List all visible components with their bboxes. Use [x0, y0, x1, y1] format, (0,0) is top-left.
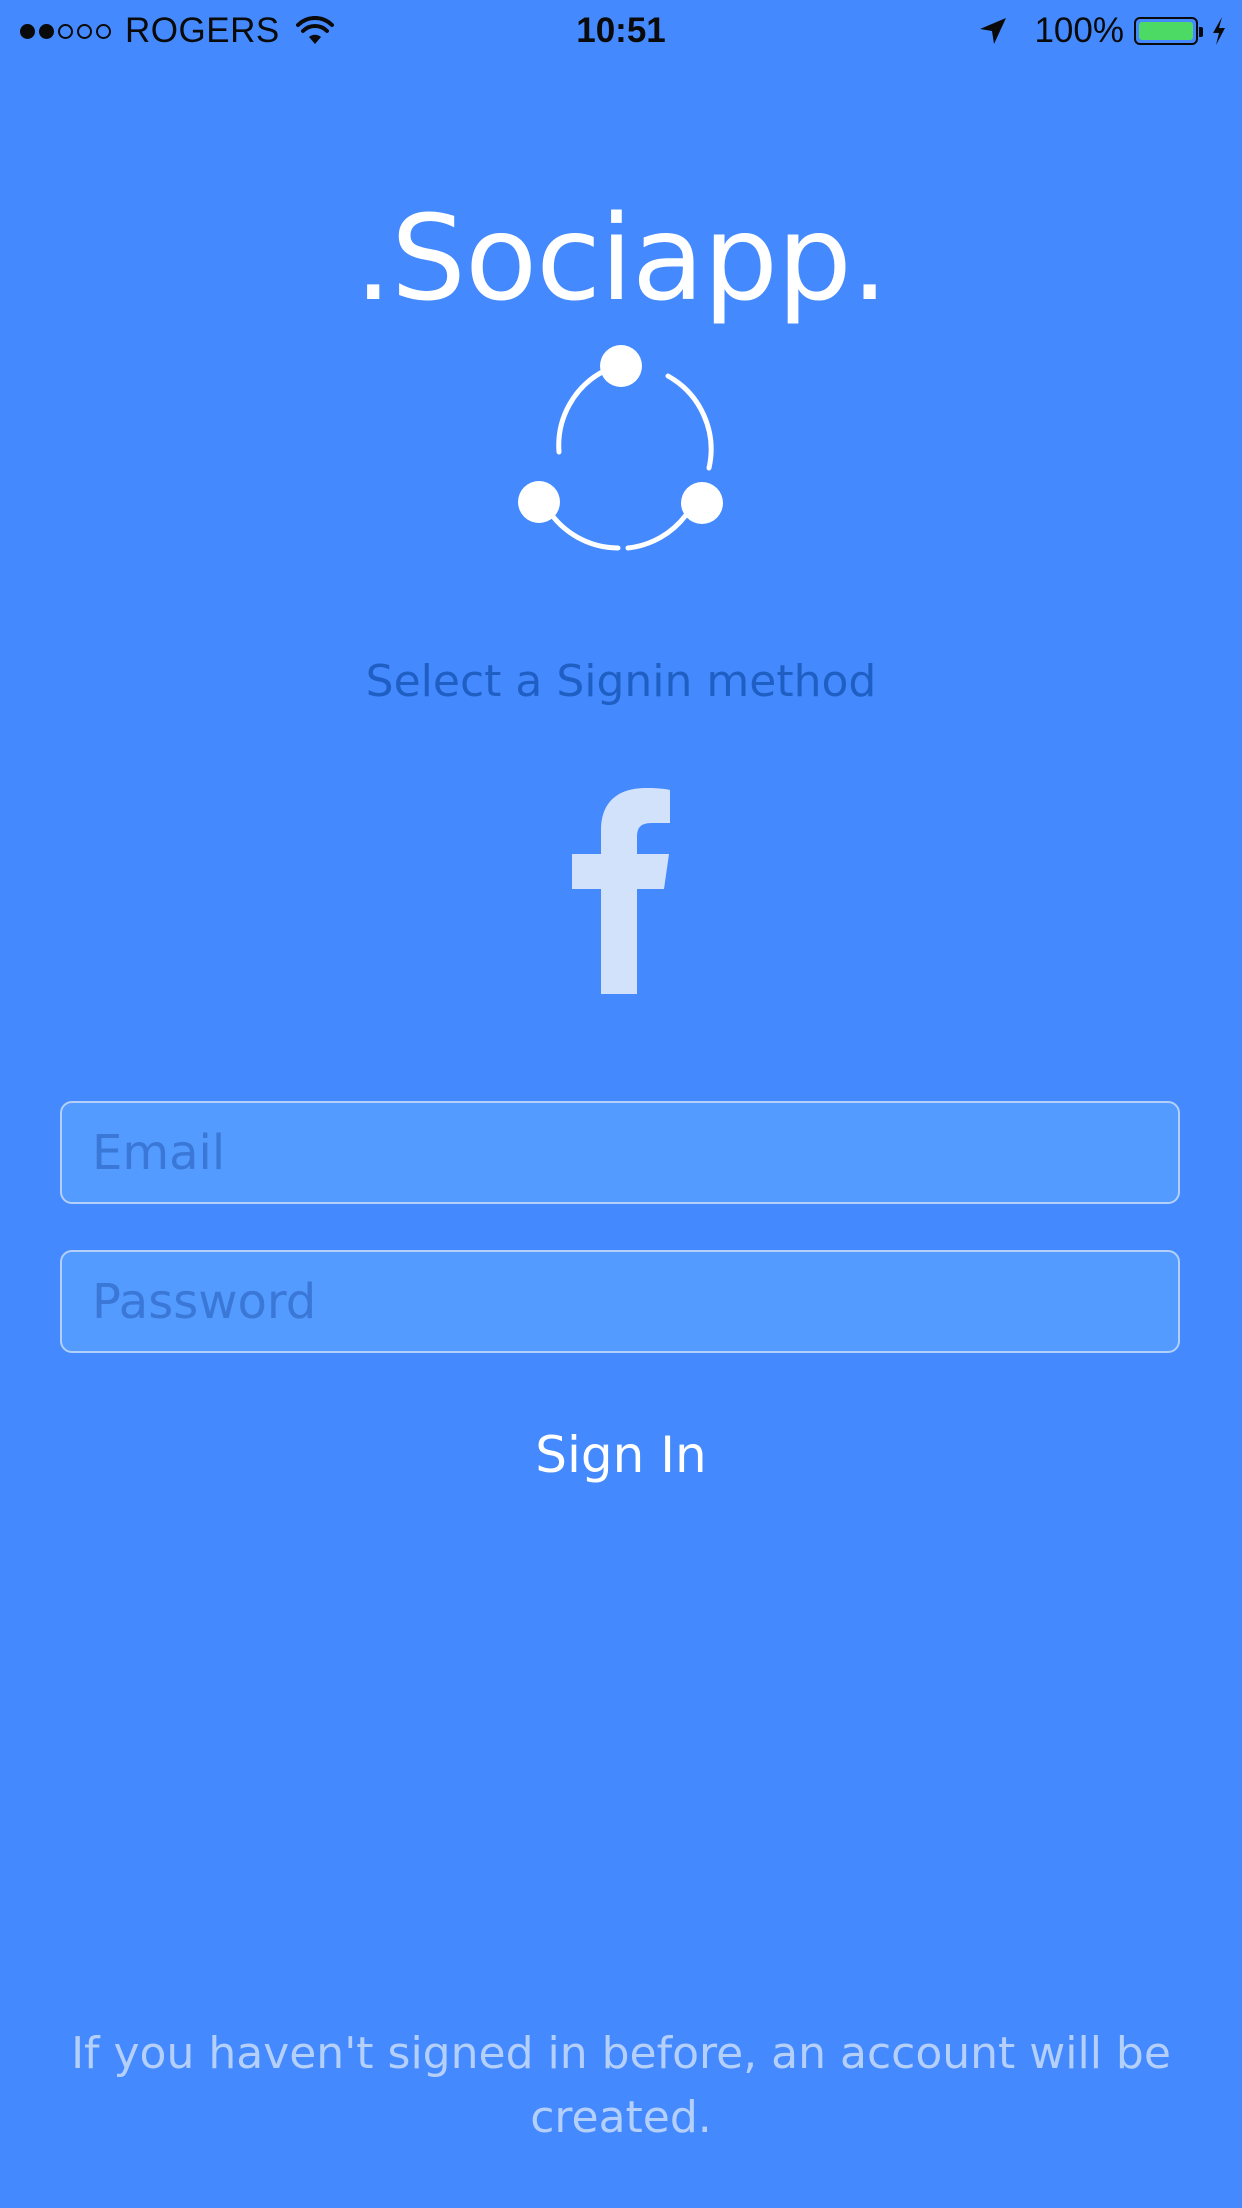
signin-method-prompt: Select a Signin method [365, 656, 877, 707]
account-creation-note: If you haven't signed in before, an acco… [71, 2028, 1171, 2143]
password-field[interactable] [60, 1250, 1180, 1353]
battery-level-fill [1139, 22, 1193, 40]
location-arrow-icon [980, 18, 1007, 44]
share-circle-logo-icon [518, 345, 723, 551]
battery-cap [1199, 27, 1203, 37]
facebook-signin-button[interactable] [566, 788, 676, 994]
battery-icon [1134, 17, 1203, 45]
sign-in-button[interactable]: Sign In [421, 1418, 821, 1492]
status-right: 100% [978, 8, 1228, 54]
email-field[interactable] [60, 1101, 1180, 1204]
battery-percentage: 100% [1034, 11, 1124, 50]
charging-bolt-icon [1213, 17, 1225, 45]
app-title: .Sociapp. [354, 189, 889, 327]
status-bar: ROGERS 10:51 100% [0, 0, 1242, 60]
facebook-icon [572, 788, 670, 994]
